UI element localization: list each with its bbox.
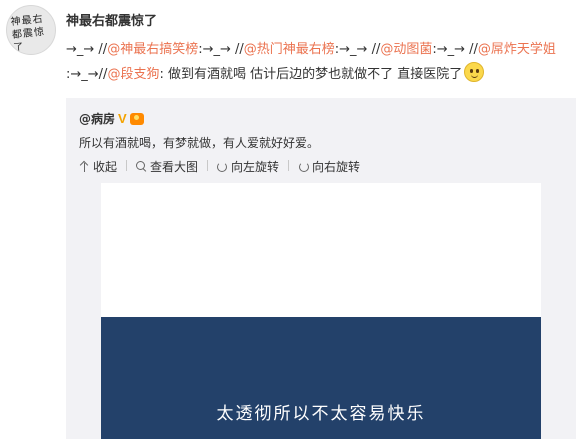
mention-link[interactable]: @动图菌 xyxy=(380,42,432,57)
toolbar-divider xyxy=(207,160,209,171)
author-avatar[interactable]: 神最右 都震惊了 xyxy=(6,5,56,55)
mention-link[interactable]: @热门神最右榜 xyxy=(244,42,335,57)
post-text: →_→ //@神最右搞笑榜:→_→ //@热门神最右榜:→_→ //@动图菌:→… xyxy=(66,38,576,87)
collapse-label: 收起 xyxy=(93,160,118,174)
repost-header: @病房 V xyxy=(79,110,144,127)
rotate-left-label: 向左旋转 xyxy=(231,160,280,174)
view-large-label: 查看大图 xyxy=(150,160,199,174)
post-image[interactable]: 太透彻所以不太容易快乐 xyxy=(101,183,541,439)
post-segment: : 做到有酒就喝 估计后边的梦也就做不了 直接医院了 xyxy=(159,67,463,82)
mention-link[interactable]: @段支狗 xyxy=(107,67,159,82)
image-toolbar: 收起 查看大图 向左旋转 向右旋转 xyxy=(79,158,360,175)
arrow-up-icon xyxy=(79,161,90,172)
avatar-handwriting: 神最右 都震惊了 xyxy=(10,13,46,54)
grinning-face-icon xyxy=(464,62,485,82)
author-name[interactable]: 神最右都震惊了 xyxy=(66,10,157,29)
verified-v-icon[interactable]: V xyxy=(118,111,127,126)
toolbar-divider xyxy=(288,160,290,171)
toolbar-divider xyxy=(126,160,128,171)
post-segment: :→_→ // xyxy=(432,42,478,57)
rotate-left-icon xyxy=(217,161,228,172)
post-segment: →_→ // xyxy=(66,42,108,57)
post-segment: :→_→ // xyxy=(198,42,244,57)
repost-author[interactable]: @病房 xyxy=(79,110,115,127)
magnifier-icon xyxy=(136,161,147,172)
post-segment: :→_→// xyxy=(66,67,108,82)
mention-link[interactable]: @神最右搞笑榜 xyxy=(107,42,198,57)
rotate-right-button[interactable]: 向右旋转 xyxy=(298,158,360,175)
post-segment: :→_→ // xyxy=(334,42,381,57)
repost-card: @病房 V 所以有酒就喝，有梦就做，有人爱就好好爱。 收起 查看大图 向左旋转 … xyxy=(66,98,576,439)
collapse-button[interactable]: 收起 xyxy=(79,158,117,175)
view-large-button[interactable]: 查看大图 xyxy=(136,158,198,175)
mention-link[interactable]: @屌炸天学姐 xyxy=(478,42,556,57)
vip-crown-icon[interactable] xyxy=(129,112,144,125)
rotate-right-label: 向右旋转 xyxy=(312,160,361,174)
rotate-left-button[interactable]: 向左旋转 xyxy=(217,158,279,175)
image-caption: 太透彻所以不太容易快乐 xyxy=(216,404,426,424)
rotate-right-icon xyxy=(298,161,310,172)
repost-text: 所以有酒就喝，有梦就做，有人爱就好好爱。 xyxy=(79,136,320,150)
